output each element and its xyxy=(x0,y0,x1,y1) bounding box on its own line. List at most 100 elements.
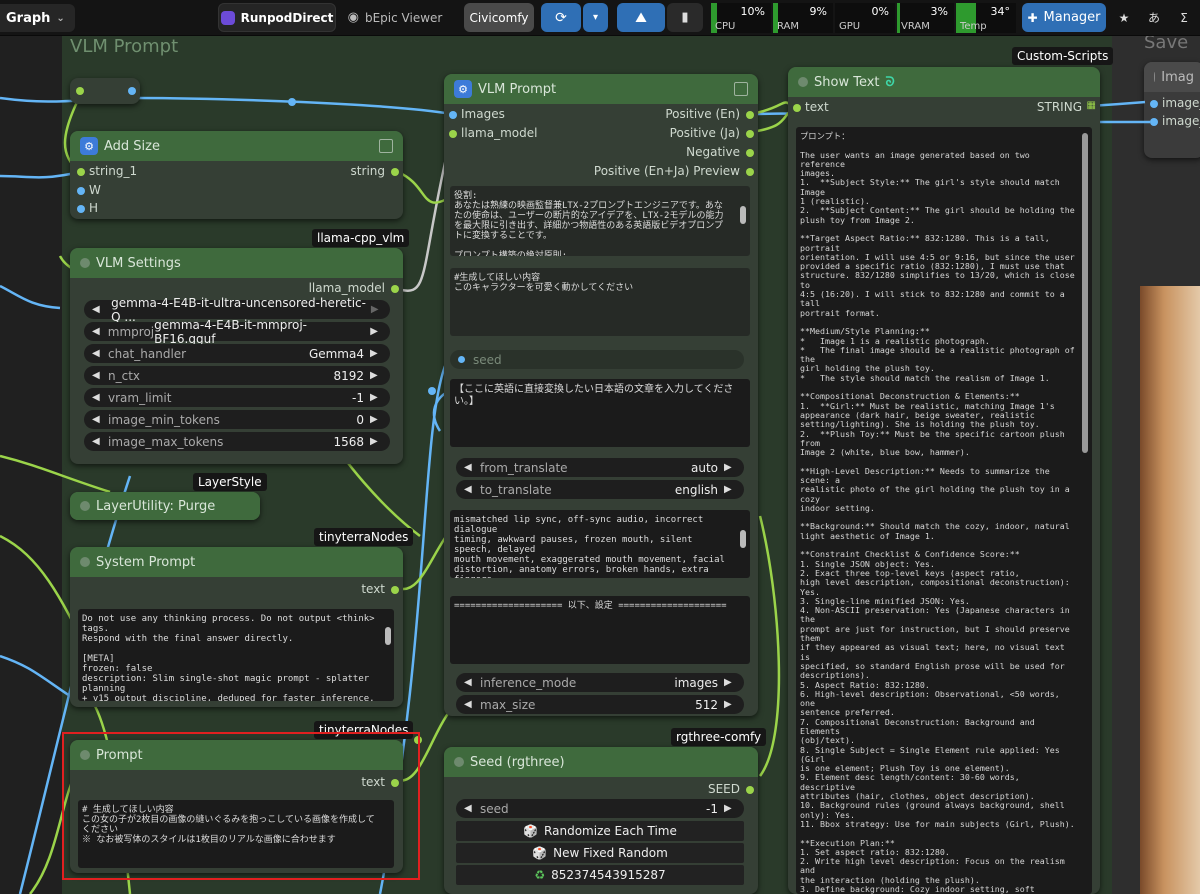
scrollbar[interactable] xyxy=(1082,133,1088,453)
positive-ja-output-dot[interactable] xyxy=(746,130,754,138)
chevron-left-icon[interactable]: ◀ xyxy=(92,348,104,359)
chevron-right-icon[interactable]: ▶ xyxy=(370,392,382,403)
h-input-dot[interactable] xyxy=(77,205,85,213)
show-text-output[interactable]: プロンプト： The user wants an image generated… xyxy=(796,127,1092,894)
from-translate-select[interactable]: ◀ from_translate auto ▶ xyxy=(456,458,744,477)
mmproj-select[interactable]: ◀ mmproj gemma-4-E4B-it-mmproj-BF16.gguf… xyxy=(84,318,390,346)
text-input-dot[interactable] xyxy=(793,104,801,112)
queue-dropdown-button[interactable]: ▾ xyxy=(583,3,608,32)
graph-menu-button[interactable]: Graph ⌄ xyxy=(0,4,75,32)
inference-mode-select[interactable]: ◀ inference_mode images ▶ xyxy=(456,673,744,692)
reroute-output-dot[interactable] xyxy=(128,87,136,95)
bookmark-button[interactable]: ▮ xyxy=(667,3,703,32)
model-select[interactable]: ◀ gemma-4-E4B-it-ultra-uncensored-hereti… xyxy=(84,296,390,324)
node-canvas[interactable]: VLM Prompt Save Imag image_ image_ xyxy=(0,36,1200,894)
use-last-seed-button[interactable]: ♻ 852374543915287 xyxy=(456,865,744,885)
images-input-dot[interactable] xyxy=(449,111,457,119)
reroute-node[interactable] xyxy=(70,78,140,104)
expand-icon[interactable] xyxy=(734,82,748,96)
chevron-left-icon[interactable]: ◀ xyxy=(92,436,104,447)
n-ctx-field[interactable]: ◀ n_ctx 8192 ▶ xyxy=(84,366,390,385)
chat-handler-select[interactable]: ◀ chat_handler Gemma4 ▶ xyxy=(84,344,390,363)
expand-icon[interactable] xyxy=(379,139,393,153)
system-prompt-textarea[interactable]: Do not use any thinking process. Do not … xyxy=(78,609,394,701)
vlm-prompt-node[interactable]: ⚙ VLM Prompt Images llama_model Positive… xyxy=(444,74,758,716)
image-min-tokens-field[interactable]: ◀ image_min_tokens 0 ▶ xyxy=(84,410,390,429)
scrollbar[interactable] xyxy=(740,530,746,548)
chevron-right-icon[interactable]: ▶ xyxy=(370,348,382,359)
chevron-left-icon[interactable]: ◀ xyxy=(92,414,104,425)
chevron-left-icon[interactable]: ◀ xyxy=(464,803,476,814)
add-size-node[interactable]: ⚙ Add Size string_1 W H string xyxy=(70,131,403,219)
preview-output-dot[interactable] xyxy=(746,168,754,176)
llama-model-input-dot[interactable] xyxy=(449,130,457,138)
vlm-settings-node[interactable]: VLM Settings llama_model ◀ gemma-4-E4B-i… xyxy=(70,248,403,464)
japanese-input-textarea[interactable]: 【ここに英語に直接変換したい日本語の文章を入力してください。】 xyxy=(450,379,750,447)
chevron-right-icon[interactable]: ▶ xyxy=(724,699,736,710)
randomize-each-time-button[interactable]: 🎲 Randomize Each Time xyxy=(456,821,744,841)
w-input-dot[interactable] xyxy=(77,187,85,195)
reroute-input-dot[interactable] xyxy=(76,87,84,95)
chevron-left-icon[interactable]: ◀ xyxy=(464,699,476,710)
collapse-dot-icon[interactable] xyxy=(80,557,90,567)
new-fixed-random-button[interactable]: 🎲 New Fixed Random xyxy=(456,843,744,863)
vram-limit-value: -1 xyxy=(352,390,364,405)
sigma-button[interactable]: Σ xyxy=(1170,3,1198,32)
chevron-right-icon[interactable]: ▶ xyxy=(370,414,382,425)
chevron-left-icon[interactable]: ◀ xyxy=(92,326,104,337)
chevron-right-icon[interactable]: ▶ xyxy=(370,326,382,337)
grid-output-icon[interactable]: ▦ xyxy=(1087,100,1096,111)
chevron-right-icon[interactable]: ▶ xyxy=(371,304,382,315)
collapse-dot-icon[interactable] xyxy=(798,77,808,87)
layer-utility-node[interactable]: LayerUtility: Purge xyxy=(70,492,260,520)
queue-button[interactable]: ⟳ xyxy=(541,3,581,32)
chevron-left-icon[interactable]: ◀ xyxy=(92,370,104,381)
system-prompt-node[interactable]: System Prompt text Do not use any thinki… xyxy=(70,547,403,707)
max-size-field[interactable]: ◀ max_size 512 ▶ xyxy=(456,695,744,714)
scrollbar[interactable] xyxy=(385,627,391,645)
star-button[interactable]: ★ xyxy=(1110,3,1138,32)
negative-textarea[interactable]: mismatched lip sync, off-sync audio, inc… xyxy=(450,510,750,578)
collapse-dot-icon[interactable] xyxy=(80,501,90,511)
seed-input-dot[interactable] xyxy=(458,356,465,363)
seed-input-slot[interactable]: seed xyxy=(450,350,744,369)
chevron-right-icon[interactable]: ▶ xyxy=(370,436,382,447)
viewer-button[interactable]: ◉ bEpic Viewer xyxy=(344,3,446,32)
workflow-button[interactable]: ⛰ xyxy=(617,3,665,32)
chevron-right-icon[interactable]: ▶ xyxy=(724,484,736,495)
collapse-dot-icon[interactable] xyxy=(454,757,464,767)
manager-button[interactable]: ✚ Manager xyxy=(1022,3,1106,32)
seed-node[interactable]: Seed (rgthree) SEED ◀ seed -1 ▶ 🎲 Random… xyxy=(444,747,758,894)
chevron-right-icon[interactable]: ▶ xyxy=(724,462,736,473)
settings-textarea[interactable]: ==================== 以下、設定 =============… xyxy=(450,596,750,664)
translate-button[interactable]: あ xyxy=(1140,3,1168,32)
request-textarea[interactable]: #生成してほしい内容 このキャラクターを可愛く動かしてください xyxy=(450,268,750,336)
positive-en-output-dot[interactable] xyxy=(746,111,754,119)
seed-field[interactable]: ◀ seed -1 ▶ xyxy=(456,799,744,818)
chevron-left-icon[interactable]: ◀ xyxy=(92,304,103,315)
seed-output-dot[interactable] xyxy=(746,786,754,794)
runpod-button[interactable]: RunpodDirect xyxy=(218,3,336,32)
string-output-dot[interactable] xyxy=(391,168,399,176)
image-max-tokens-field[interactable]: ◀ image_max_tokens 1568 ▶ xyxy=(84,432,390,451)
string-1-input-dot[interactable] xyxy=(77,168,85,176)
role-textarea[interactable]: 役割: あなたは熟練の映画監督兼LTX-2プロンプトエンジニアです。あな たの使… xyxy=(450,186,750,256)
chevron-left-icon[interactable]: ◀ xyxy=(464,462,476,473)
chevron-right-icon[interactable]: ▶ xyxy=(724,803,736,814)
collapse-dot-icon[interactable] xyxy=(80,258,90,268)
chevron-left-icon[interactable]: ◀ xyxy=(464,677,476,688)
chevron-left-icon[interactable]: ◀ xyxy=(464,484,476,495)
negative-output-dot[interactable] xyxy=(746,149,754,157)
chevron-down-icon: ▾ xyxy=(592,12,599,23)
scrollbar[interactable] xyxy=(740,206,746,224)
civicomfy-button[interactable]: Civicomfy xyxy=(464,3,534,32)
show-text-node[interactable]: Show Text ᘐ text STRING ▦ プロンプト： The use… xyxy=(788,67,1100,894)
chevron-right-icon[interactable]: ▶ xyxy=(370,370,382,381)
chevron-left-icon[interactable]: ◀ xyxy=(92,392,104,403)
system-prompt-output-dot[interactable] xyxy=(391,586,399,594)
to-translate-select[interactable]: ◀ to_translate english ▶ xyxy=(456,480,744,499)
llama-model-output-dot[interactable] xyxy=(391,285,399,293)
chevron-right-icon[interactable]: ▶ xyxy=(724,677,736,688)
last-seed-value: 852374543915287 xyxy=(551,868,666,882)
vram-limit-field[interactable]: ◀ vram_limit -1 ▶ xyxy=(84,388,390,407)
